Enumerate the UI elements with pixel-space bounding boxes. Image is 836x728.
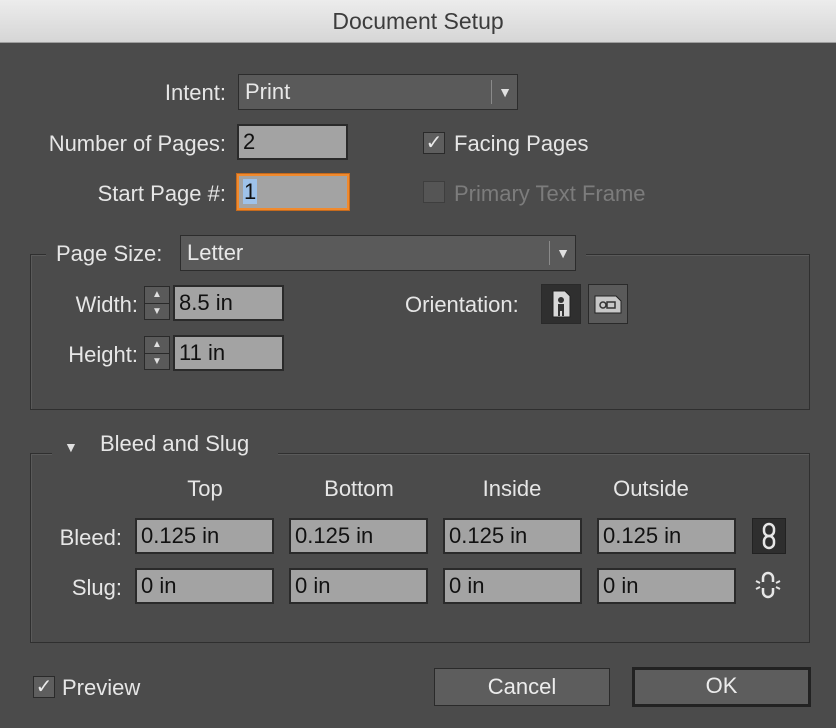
bleed-inside-field[interactable]: 0.125 in	[443, 518, 582, 554]
page-size-dropdown[interactable]: Letter ▼	[180, 235, 576, 271]
page-size-group	[30, 254, 810, 410]
landscape-orientation-button[interactable]	[588, 284, 628, 324]
disclosure-triangle-icon[interactable]: ▼	[64, 439, 78, 455]
intent-value: Print	[245, 79, 291, 104]
slug-bottom-field[interactable]: 0 in	[289, 568, 428, 604]
chevron-down-icon: ▼	[498, 84, 512, 100]
facing-pages-checkbox[interactable]: ✓	[423, 132, 445, 154]
step-down-icon[interactable]: ▼	[145, 354, 169, 370]
ok-button[interactable]: OK	[632, 667, 811, 707]
height-label: Height:	[68, 342, 138, 367]
selected-text: 1	[243, 179, 258, 204]
number-of-pages-field[interactable]: 2	[237, 124, 348, 160]
bleed-slug-title: Bleed and Slug	[100, 431, 250, 456]
preview-label: Preview	[62, 675, 141, 700]
height-stepper[interactable]: ▲ ▼	[144, 336, 170, 370]
page-size-label: Page Size:	[56, 241, 163, 266]
page-size-value: Letter	[187, 240, 244, 265]
link-bleed-button[interactable]	[752, 518, 786, 554]
cancel-button[interactable]: Cancel	[434, 668, 610, 706]
bleed-bottom-field[interactable]: 0.125 in	[289, 518, 428, 554]
portrait-orientation-icon	[552, 290, 571, 318]
number-of-pages-label: Number of Pages:	[48, 131, 226, 156]
slug-label: Slug:	[71, 575, 122, 600]
dropdown-separator	[549, 241, 550, 265]
width-field[interactable]: 8.5 in	[173, 285, 284, 321]
bleed-label: Bleed:	[59, 525, 122, 550]
slug-top-field[interactable]: 0 in	[135, 568, 274, 604]
primary-text-frame-label: Primary Text Frame	[454, 181, 646, 206]
chevron-down-icon: ▼	[556, 245, 570, 261]
slug-inside-field[interactable]: 0 in	[443, 568, 582, 604]
width-label: Width:	[75, 292, 138, 317]
orientation-label: Orientation:	[405, 292, 519, 317]
step-up-icon[interactable]: ▲	[145, 337, 169, 354]
intent-label: Intent:	[164, 80, 226, 105]
step-up-icon[interactable]: ▲	[145, 287, 169, 304]
column-bottom: Bottom	[324, 476, 394, 501]
link-chain-icon	[762, 522, 776, 550]
document-setup-dialog: Intent: Print ▼ Number of Pages: 2 ✓ Fac…	[0, 43, 836, 728]
link-slug-button[interactable]	[752, 568, 786, 604]
bleed-top-field[interactable]: 0.125 in	[135, 518, 274, 554]
landscape-orientation-icon	[594, 295, 622, 314]
preview-checkbox[interactable]: ✓	[33, 676, 55, 698]
start-page-field[interactable]: 1	[237, 174, 349, 210]
step-down-icon[interactable]: ▼	[145, 304, 169, 320]
bleed-outside-field[interactable]: 0.125 in	[597, 518, 736, 554]
intent-dropdown[interactable]: Print ▼	[238, 74, 518, 110]
window-title: Document Setup	[0, 0, 836, 43]
checkmark-icon: ✓	[35, 676, 53, 698]
width-stepper[interactable]: ▲ ▼	[144, 286, 170, 320]
dropdown-separator	[491, 80, 492, 104]
height-field[interactable]: 11 in	[173, 335, 284, 371]
column-inside: Inside	[482, 476, 542, 501]
column-outside: Outside	[613, 476, 689, 501]
column-top: Top	[187, 476, 223, 501]
checkmark-icon: ✓	[425, 132, 443, 154]
slug-outside-field[interactable]: 0 in	[597, 568, 736, 604]
broken-chain-icon	[755, 571, 781, 599]
facing-pages-label: Facing Pages	[454, 131, 589, 156]
primary-text-frame-checkbox[interactable]	[423, 181, 445, 203]
portrait-orientation-button[interactable]	[541, 284, 581, 324]
start-page-label: Start Page #:	[97, 181, 226, 206]
